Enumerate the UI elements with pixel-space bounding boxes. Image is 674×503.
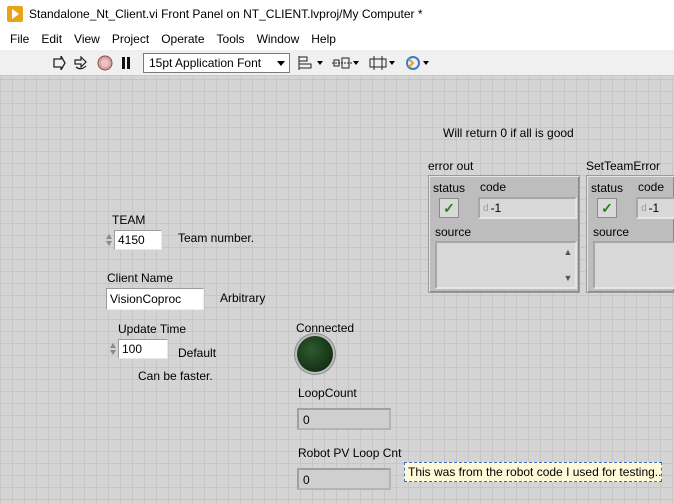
- set-team-error-code-field: d -1: [636, 197, 674, 219]
- team-input[interactable]: 4150: [114, 230, 162, 250]
- error-out-cluster: status ✓ code d -1 source ▲ ▼: [428, 175, 580, 293]
- menu-file[interactable]: File: [4, 32, 35, 46]
- error-out-status-icon: ✓: [439, 198, 459, 218]
- window-titlebar: Standalone_Nt_Client.vi Front Panel on N…: [0, 0, 674, 28]
- update-time-caption: Default: [178, 346, 217, 360]
- font-select-value: 15pt Application Font: [149, 56, 262, 70]
- chevron-down-icon: [277, 61, 285, 66]
- reorder-icon[interactable]: [404, 55, 429, 71]
- connected-led: [297, 336, 333, 372]
- set-team-error-label: SetTeamError: [586, 159, 661, 173]
- menu-window[interactable]: Window: [251, 32, 306, 46]
- run-continuously-icon[interactable]: [72, 54, 90, 72]
- menu-tools[interactable]: Tools: [211, 32, 251, 46]
- error-out-code-value: -1: [490, 201, 502, 215]
- team-numeric-control[interactable]: 4150: [104, 230, 162, 250]
- menu-project[interactable]: Project: [106, 32, 155, 46]
- note-return-zero: Will return 0 if all is good: [443, 126, 574, 140]
- align-objects-icon[interactable]: [298, 55, 323, 71]
- menu-operate[interactable]: Operate: [155, 32, 210, 46]
- set-team-error-source-label: source: [593, 225, 630, 239]
- update-time-note: Can be faster.: [138, 369, 213, 383]
- toolbar: 15pt Application Font: [0, 50, 674, 76]
- robot-pv-label: Robot PV Loop Cnt: [298, 446, 402, 460]
- checkmark-icon: ✓: [601, 200, 613, 216]
- connected-label: Connected: [296, 321, 355, 335]
- run-arrow-icon[interactable]: [50, 54, 68, 72]
- window-title: Standalone_Nt_Client.vi Front Panel on N…: [29, 7, 423, 21]
- client-name-label: Client Name: [107, 271, 174, 285]
- set-team-error-cluster: status ✓ code d -1 source: [586, 175, 674, 293]
- loop-count-label: LoopCount: [298, 386, 357, 400]
- error-out-source-label: source: [435, 225, 472, 239]
- set-team-error-code-label: code: [638, 180, 665, 194]
- set-team-error-status-icon: ✓: [597, 198, 617, 218]
- loop-count-indicator: 0: [297, 408, 391, 430]
- error-out-status-label: status: [433, 181, 466, 195]
- team-caption: Team number.: [178, 231, 255, 245]
- update-time-input[interactable]: 100: [118, 339, 168, 359]
- error-out-source-field: ▲ ▼: [435, 241, 577, 289]
- resize-objects-icon[interactable]: [368, 55, 395, 71]
- error-out-code-field: d -1: [478, 197, 577, 219]
- update-time-increment-icon[interactable]: [108, 339, 118, 359]
- set-team-error-status-label: status: [591, 181, 624, 195]
- distribute-objects-icon[interactable]: [332, 55, 359, 71]
- client-name-caption: Arbitrary: [220, 291, 266, 305]
- front-panel: Will return 0 if all is good TEAM 4150 T…: [0, 77, 674, 503]
- abort-icon[interactable]: [96, 54, 114, 72]
- chevron-up-icon[interactable]: ▲: [564, 247, 573, 257]
- set-team-error-code-radix: d: [641, 202, 647, 214]
- menubar: File Edit View Project Operate Tools Win…: [0, 28, 674, 50]
- menu-help[interactable]: Help: [305, 32, 342, 46]
- update-time-numeric-control[interactable]: 100: [108, 339, 168, 359]
- team-increment-icon[interactable]: [104, 230, 114, 250]
- update-time-label: Update Time: [118, 322, 187, 336]
- error-out-label: error out: [428, 159, 474, 173]
- labview-vi-icon: [7, 6, 23, 22]
- set-team-error-source-field: [593, 241, 674, 289]
- set-team-error-code-value: -1: [648, 201, 660, 215]
- font-select[interactable]: 15pt Application Font: [143, 53, 290, 73]
- error-out-code-label: code: [480, 180, 507, 194]
- robot-pv-indicator: 0: [297, 468, 391, 490]
- checkmark-icon: ✓: [443, 200, 455, 216]
- menu-edit[interactable]: Edit: [35, 32, 68, 46]
- team-label: TEAM: [112, 213, 146, 227]
- chevron-down-icon[interactable]: ▼: [564, 273, 573, 283]
- pause-icon[interactable]: [117, 54, 135, 72]
- free-label-comment[interactable]: This was from the robot code I used for …: [404, 462, 662, 482]
- menu-view[interactable]: View: [68, 32, 106, 46]
- error-out-source-scrollbar[interactable]: ▲ ▼: [561, 243, 575, 287]
- error-out-code-radix: d: [483, 202, 489, 214]
- client-name-input[interactable]: VisionCoproc: [106, 288, 204, 310]
